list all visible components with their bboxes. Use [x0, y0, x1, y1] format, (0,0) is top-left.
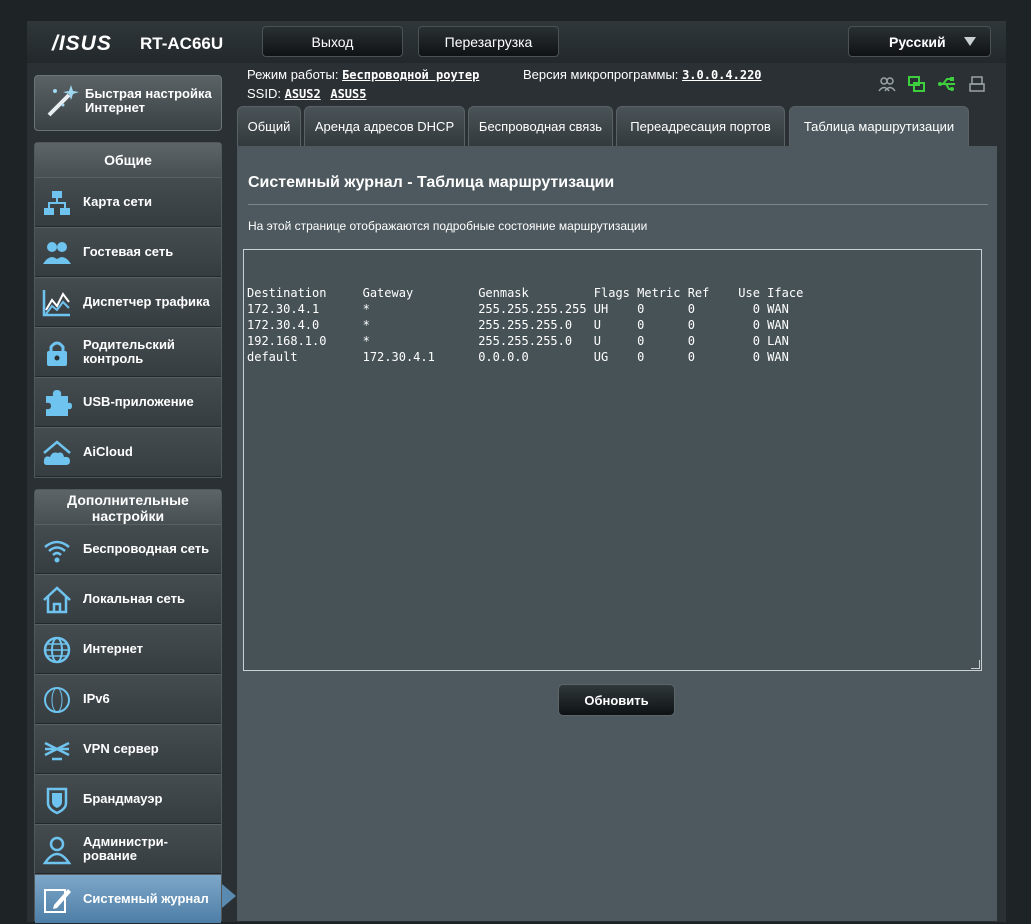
tab-routing-table[interactable]: Таблица маршрутизации — [789, 106, 969, 146]
clients-icon[interactable] — [878, 75, 896, 93]
printer-icon[interactable] — [968, 75, 986, 93]
sidebar-item-ipv6[interactable]: IPv6 — [35, 674, 221, 724]
vpn-icon — [44, 741, 70, 761]
reboot-button[interactable]: Перезагрузка — [418, 26, 559, 57]
sidebar-item-label: Диспетчер трафика — [83, 294, 210, 309]
sidebar-item-network-map[interactable]: Карта сети — [35, 177, 221, 227]
magic-wand-icon — [47, 85, 79, 117]
network-icon[interactable] — [908, 75, 926, 93]
quick-setup-label: Быстрая настройка Интернет — [85, 86, 212, 115]
tab-wireless-log[interactable]: Беспроводная связь — [468, 106, 613, 146]
usb-icon[interactable] — [938, 75, 956, 93]
sidebar-item-lan[interactable]: Локальная сеть — [35, 574, 221, 624]
globe-icon — [43, 636, 71, 664]
tab-general[interactable]: Общий — [237, 106, 301, 146]
tab-port-forwarding[interactable]: Переадресация портов — [616, 106, 785, 146]
operation-mode: Режим работы: Беспроводной роутер — [247, 67, 479, 82]
ssid-link-2[interactable]: ASUS5 — [330, 87, 366, 101]
network-map-icon — [44, 191, 70, 215]
sidebar-item-system-log[interactable]: Системный журнал — [35, 874, 221, 924]
sidebar-item-label: Администри-рование — [83, 834, 168, 863]
ipv6-icon — [44, 687, 70, 713]
mode-link[interactable]: Беспроводной роутер — [342, 68, 479, 82]
firmware-label: Версия микропрограммы: — [523, 67, 679, 82]
title-divider — [248, 204, 988, 205]
sidebar-item-traffic-manager[interactable]: Диспетчер трафика — [35, 277, 221, 327]
page-title: Системный журнал - Таблица маршрутизации — [248, 174, 615, 191]
ssid-label: SSID: — [247, 86, 281, 101]
sidebar-item-label: IPv6 — [83, 691, 110, 706]
sidebar-item-guest-network[interactable]: Гостевая сеть — [35, 227, 221, 277]
refresh-button[interactable]: Обновить — [558, 684, 675, 716]
sidebar-item-label: Родительский контроль — [83, 337, 175, 366]
sidebar-item-parental-control[interactable]: Родительский контроль — [35, 327, 221, 377]
logout-button[interactable]: Выход — [262, 26, 403, 57]
ssid-line: SSID: ASUS2 ASUS5 — [247, 86, 366, 101]
router-model: RT-AC66U — [140, 34, 224, 53]
sidebar-item-label: Системный журнал — [83, 891, 209, 906]
sidebar-item-label: Брандмауэр — [83, 791, 163, 806]
sidebar-item-label: USB-приложение — [83, 394, 194, 409]
log-edit-icon — [44, 889, 71, 913]
asus-logo: /ISUS — [52, 32, 112, 55]
sidebar-item-wireless[interactable]: Беспроводная сеть — [35, 524, 221, 574]
cloud-home-icon — [43, 440, 71, 465]
sidebar-item-administration[interactable]: Администри-рование — [35, 824, 221, 874]
resize-handle[interactable] — [971, 660, 980, 669]
sidebar-item-vpn[interactable]: VPN сервер — [35, 724, 221, 774]
general-title: Общие — [35, 143, 221, 177]
sidebar-item-label: Локальная сеть — [83, 591, 185, 606]
sidebar-item-label: Гостевая сеть — [83, 244, 174, 259]
sidebar-item-usb-app[interactable]: USB-приложение — [35, 377, 221, 427]
sidebar-item-label: VPN сервер — [83, 741, 159, 756]
sidebar-item-aicloud[interactable]: AiCloud — [35, 427, 221, 477]
page-description: На этой странице отображаются подробные … — [248, 219, 648, 233]
firmware-version: Версия микропрограммы: 3.0.0.4.220 — [523, 67, 762, 82]
wifi-icon — [44, 540, 70, 563]
status-icons — [878, 75, 986, 93]
quick-setup-button[interactable]: Быстрая настройка Интернет — [34, 75, 222, 131]
advanced-title: Дополнительные настройки — [35, 490, 221, 524]
sidebar-general: Общие Карта сети Гостевая сеть Диспетчер… — [34, 142, 222, 478]
firmware-link[interactable]: 3.0.0.4.220 — [682, 68, 761, 82]
home-icon — [43, 586, 71, 614]
traffic-manager-icon — [42, 290, 70, 317]
routing-table-textarea[interactable]: Destination Gateway Genmask Flags Metric… — [243, 249, 982, 671]
language-value: Русский — [889, 33, 946, 50]
puzzle-icon — [46, 390, 72, 416]
tab-dhcp-leases[interactable]: Аренда адресов DHCP — [304, 106, 465, 146]
admin-user-icon — [42, 836, 72, 865]
ssid-link-1[interactable]: ASUS2 — [285, 87, 321, 101]
chevron-down-icon — [964, 37, 976, 46]
routing-table-text: Destination Gateway Genmask Flags Metric… — [247, 286, 804, 364]
guest-network-icon — [43, 242, 71, 264]
parental-lock-icon — [47, 341, 67, 366]
sidebar-item-internet[interactable]: Интернет — [35, 624, 221, 674]
active-pointer — [222, 884, 236, 908]
mode-label: Режим работы: — [247, 67, 339, 82]
sidebar-item-label: Интернет — [83, 641, 144, 656]
sidebar-item-label: Карта сети — [83, 194, 152, 209]
sidebar-item-label: AiCloud — [83, 444, 133, 459]
language-select[interactable]: Русский — [848, 26, 991, 57]
sidebar-item-label: Беспроводная сеть — [83, 541, 210, 556]
shield-icon — [46, 787, 68, 815]
sidebar-advanced: Дополнительные настройки Беспроводная се… — [34, 489, 222, 924]
sidebar-item-firewall[interactable]: Брандмауэр — [35, 774, 221, 824]
